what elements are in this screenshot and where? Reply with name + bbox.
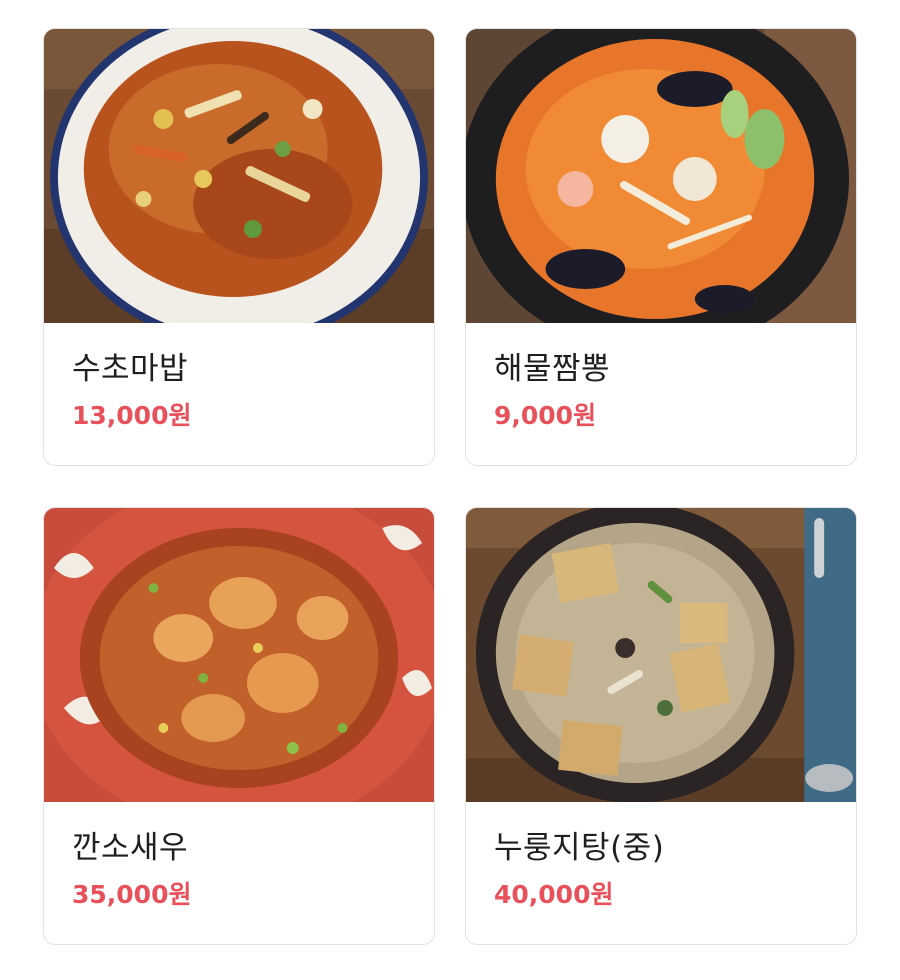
menu-item-price: 9,000원 bbox=[494, 401, 597, 430]
menu-grid: 수초마밥 13,000원 해물짬뽕 9,000원 깐소새우 35,000원 누룽… bbox=[0, 0, 900, 980]
menu-item-name: 해물짬뽕 bbox=[494, 351, 611, 387]
menu-item-price: 40,000원 bbox=[494, 880, 614, 909]
menu-item-name: 누룽지탕(중) bbox=[494, 830, 665, 866]
scorched-rice-soup-icon bbox=[466, 508, 856, 802]
menu-card[interactable]: 누룽지탕(중) 40,000원 bbox=[465, 507, 857, 945]
menu-card[interactable]: 수초마밥 13,000원 bbox=[43, 28, 435, 466]
menu-card[interactable]: 해물짬뽕 9,000원 bbox=[465, 28, 857, 466]
menu-item-price: 13,000원 bbox=[72, 401, 192, 430]
menu-item-name: 깐소새우 bbox=[72, 830, 189, 866]
seafood-spicy-noodle-soup-icon bbox=[466, 29, 856, 323]
menu-item-name: 수초마밥 bbox=[72, 351, 189, 387]
menu-item-price: 35,000원 bbox=[72, 880, 192, 909]
sweet-chili-shrimp-icon bbox=[44, 508, 434, 802]
menu-card[interactable]: 깐소새우 35,000원 bbox=[43, 507, 435, 945]
stir-fried-rice-noodle-dish-icon bbox=[44, 29, 434, 323]
